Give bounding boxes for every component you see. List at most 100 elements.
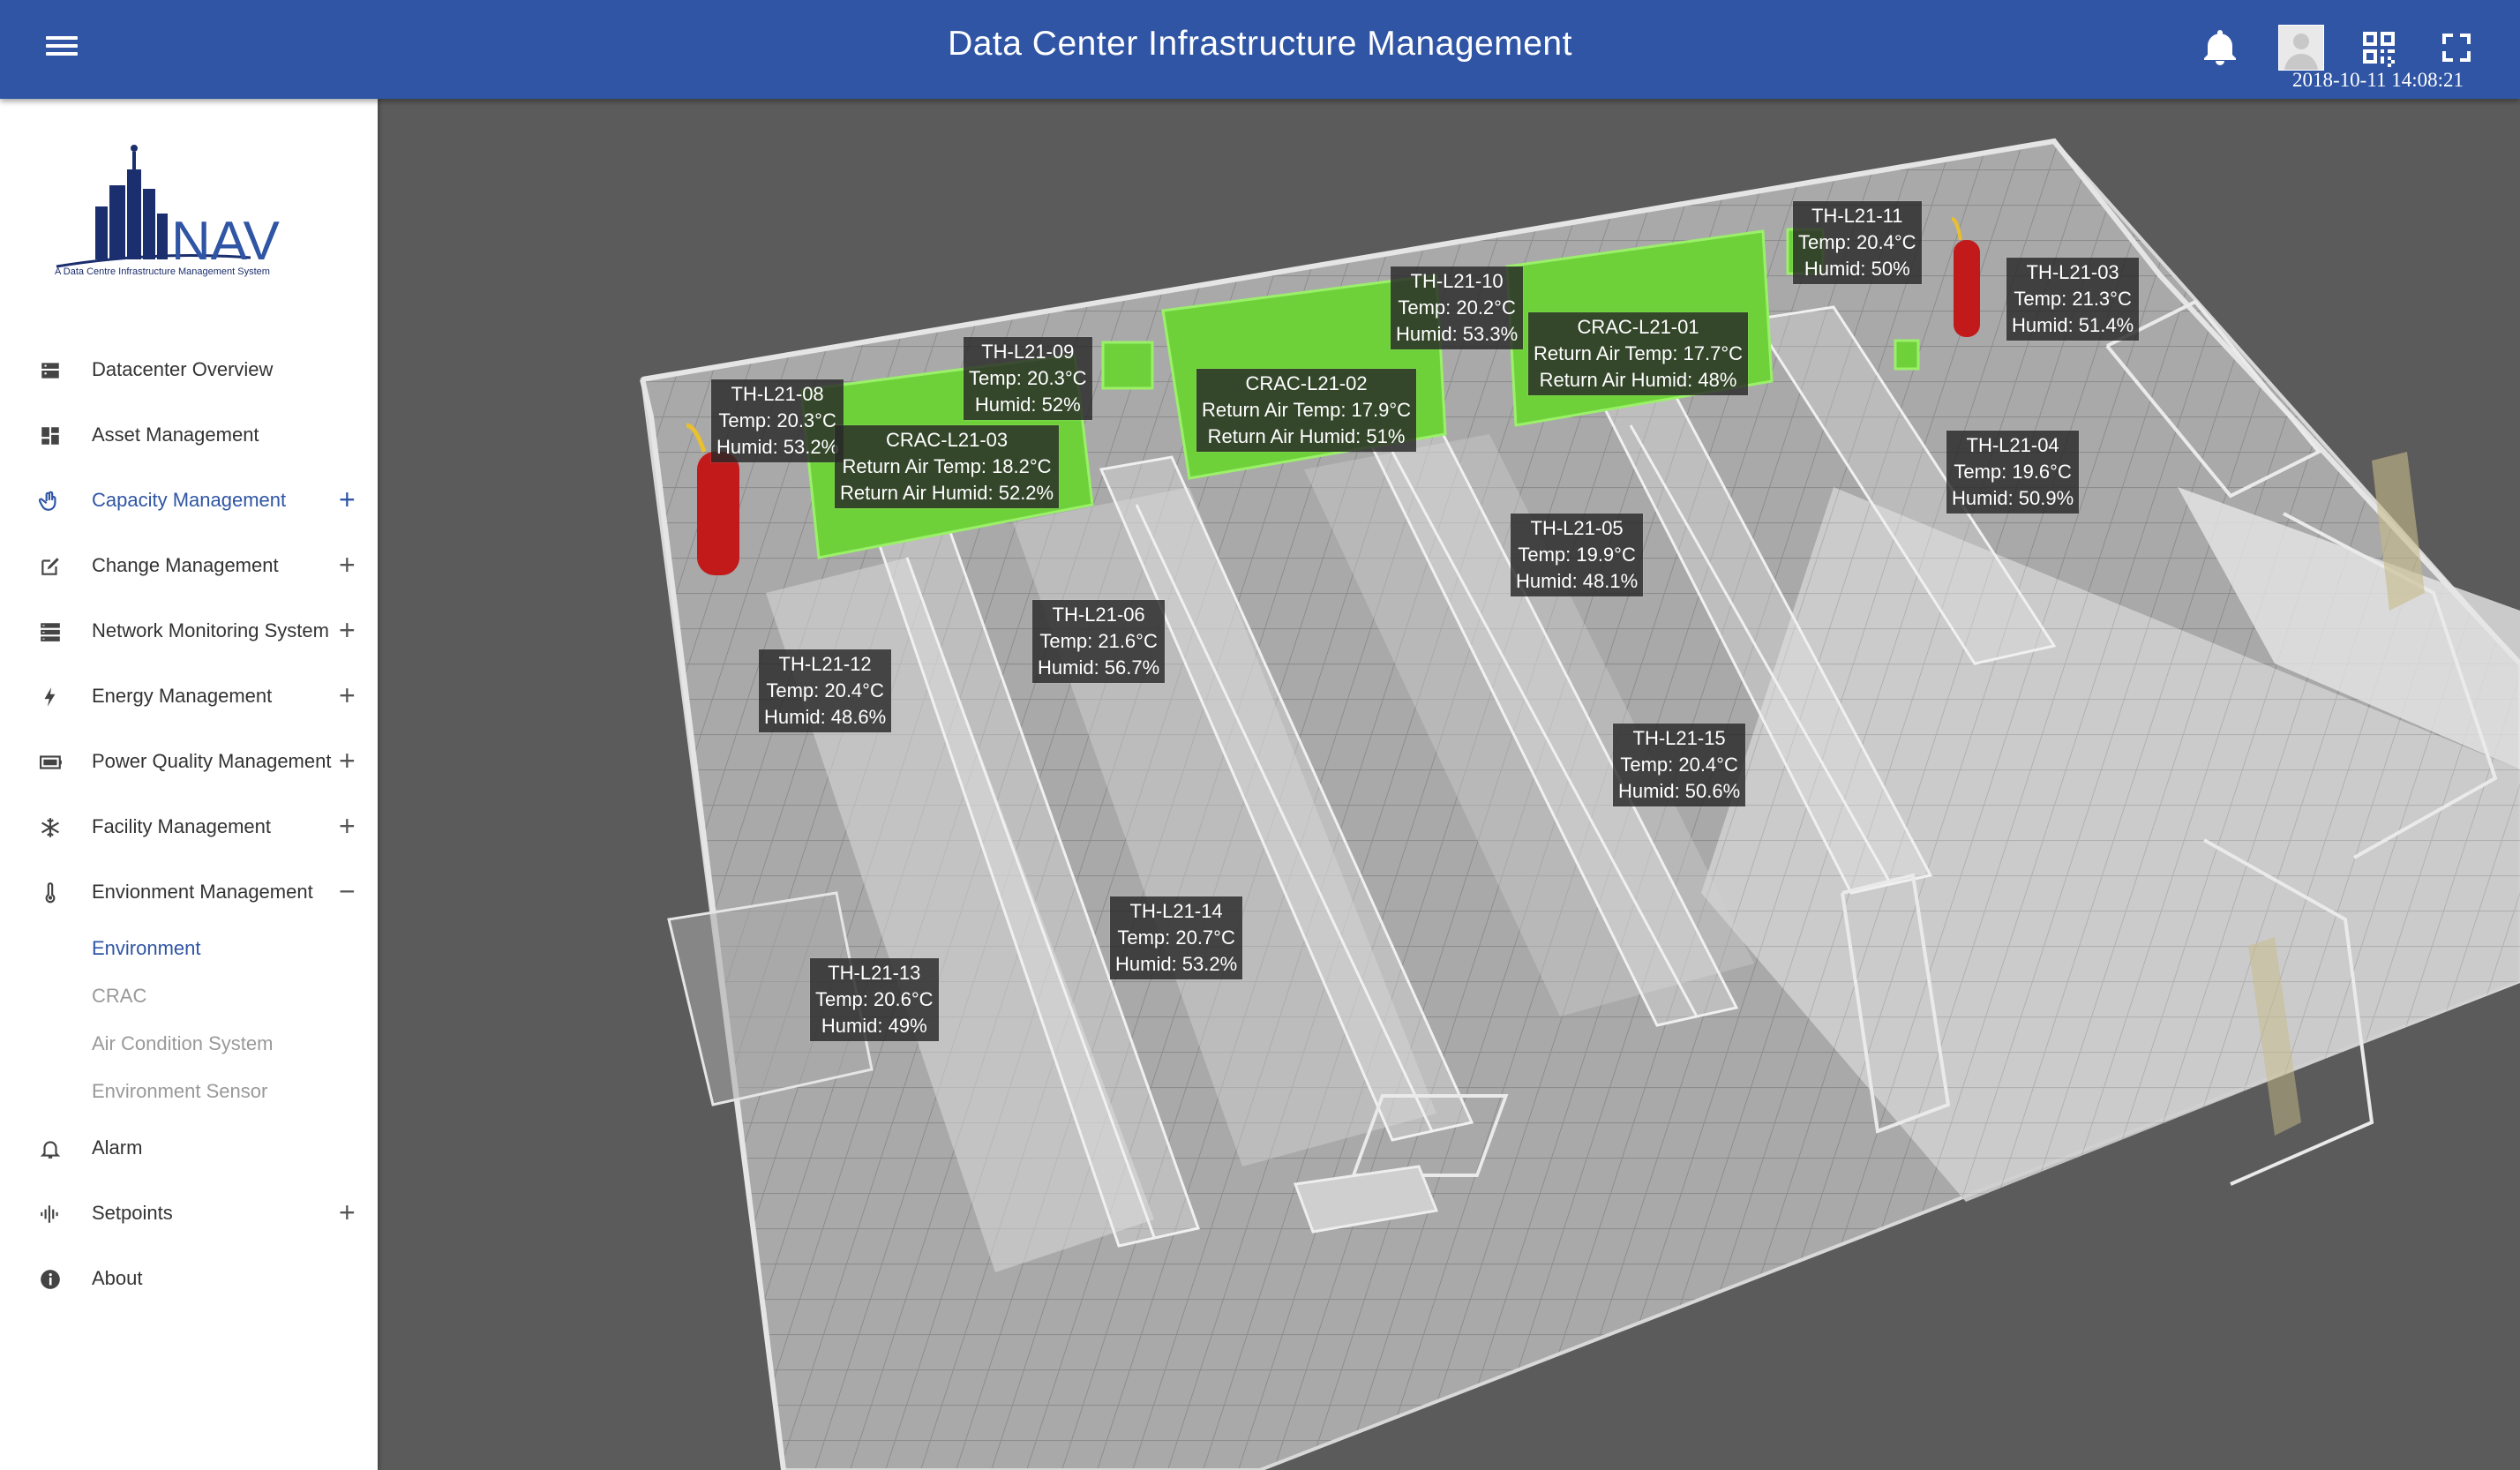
expand-icon: +: [339, 810, 356, 842]
logo-text: NAV: [171, 211, 281, 272]
sidebar-item-network-monitoring[interactable]: Network Monitoring System +: [0, 598, 378, 664]
sidebar-item-label: Network Monitoring System: [92, 619, 329, 641]
expand-icon: +: [339, 614, 356, 646]
sidebar-item-label: Capacity Management: [92, 489, 287, 511]
sensor-id: TH-L21-08: [731, 383, 824, 405]
sidebar-item-facility-management[interactable]: Facility Management +: [0, 794, 378, 859]
sensor-humid: Humid: 53.2%: [716, 436, 839, 458]
sidebar-item-environment-management[interactable]: Envionment Management −: [0, 859, 378, 925]
sensor-humid: Humid: 48.6%: [764, 706, 887, 728]
user-avatar[interactable]: [2278, 25, 2324, 71]
sidebar-item-change-management[interactable]: Change Management +: [0, 533, 378, 598]
sidebar-item-datacenter-overview[interactable]: Datacenter Overview: [0, 337, 378, 402]
qr-code-icon[interactable]: [2358, 26, 2400, 69]
sidebar-item-setpoints[interactable]: Setpoints +: [0, 1181, 378, 1246]
sidebar-subitem-crac[interactable]: CRAC: [0, 972, 378, 1020]
sensor-humid: Humid: 49%: [821, 1015, 927, 1037]
sidebar: NAV A Data Centre Infrastructure Managem…: [0, 99, 378, 1470]
battery-icon: [40, 755, 62, 769]
sidebar-item-energy-management[interactable]: Energy Management +: [0, 664, 378, 729]
sensor-id: TH-L21-05: [1530, 517, 1624, 539]
sidebar-subitem-environment-sensor[interactable]: Environment Sensor: [0, 1068, 378, 1115]
sidebar-item-about[interactable]: About: [0, 1246, 378, 1311]
sensor-temp: Temp: 20.2°C: [1398, 296, 1516, 319]
crac-return-humid: Return Air Humid: 51%: [1207, 425, 1406, 447]
crac-small: [1101, 341, 1154, 390]
sidebar-subitem-label: Air Condition System: [92, 1032, 274, 1054]
snowflake-icon: [41, 818, 59, 837]
crac-label-l21-03[interactable]: CRAC-L21-03 Return Air Temp: 18.2°C Retu…: [835, 425, 1060, 508]
sensor-temp: Temp: 20.4°C: [1798, 231, 1916, 253]
crac-return-temp: Return Air Temp: 17.9°C: [1202, 399, 1412, 421]
fullscreen-icon[interactable]: [2435, 26, 2478, 69]
sensor-temp: Temp: 20.4°C: [766, 679, 884, 701]
collapse-icon: −: [339, 875, 356, 907]
sensor-temp: Temp: 21.6°C: [1039, 630, 1158, 652]
expand-icon: +: [339, 745, 356, 776]
sensor-label-th-l21-09[interactable]: TH-L21-09 Temp: 20.3°C Humid: 52%: [964, 337, 1092, 420]
sensor-label-th-l21-08[interactable]: TH-L21-08 Temp: 20.3°C Humid: 53.2%: [711, 379, 844, 462]
sensor-label-th-l21-12[interactable]: TH-L21-12 Temp: 20.4°C Humid: 48.6%: [759, 649, 892, 732]
hand-icon: [39, 491, 56, 511]
sidebar-item-asset-management[interactable]: Asset Management: [0, 402, 378, 468]
bell-icon[interactable]: [2199, 26, 2241, 69]
sensor-humid: Humid: 50%: [1804, 258, 1910, 280]
sensor-id: TH-L21-10: [1410, 270, 1504, 292]
sensor-humid: Humid: 52%: [974, 394, 1081, 416]
sidebar-item-power-quality[interactable]: Power Quality Management +: [0, 729, 378, 794]
sensor-label-th-l21-15[interactable]: TH-L21-15 Temp: 20.4°C Humid: 50.6%: [1613, 724, 1746, 806]
sensor-label-th-l21-06[interactable]: TH-L21-06 Temp: 21.6°C Humid: 56.7%: [1032, 600, 1166, 683]
sensor-humid: Humid: 53.3%: [1396, 323, 1519, 345]
sidebar-subitem-air-condition-system[interactable]: Air Condition System: [0, 1020, 378, 1068]
sensor-id: TH-L21-12: [778, 653, 872, 675]
sensor-label-th-l21-04[interactable]: TH-L21-04 Temp: 19.6°C Humid: 50.9%: [1946, 431, 2080, 514]
sensor-temp: Temp: 21.3°C: [2014, 288, 2132, 310]
sidebar-item-label: Facility Management: [92, 815, 271, 837]
sensor-label-th-l21-13[interactable]: TH-L21-13 Temp: 20.6°C Humid: 49%: [810, 958, 939, 1041]
sensor-id: TH-L21-03: [2026, 261, 2119, 283]
sidebar-item-label: Power Quality Management: [92, 750, 332, 772]
sidebar-item-label: Energy Management: [92, 685, 273, 707]
waveform-icon: [41, 1205, 58, 1223]
sensor-temp: Temp: 19.9°C: [1518, 544, 1636, 566]
crac-label-l21-01[interactable]: CRAC-L21-01 Return Air Temp: 17.7°C Retu…: [1528, 312, 1749, 395]
grid-icon: [41, 427, 59, 445]
sensor-id: TH-L21-04: [1966, 434, 2059, 456]
sensor-label-th-l21-14[interactable]: TH-L21-14 Temp: 20.7°C Humid: 53.2%: [1110, 896, 1243, 979]
crac-return-humid: Return Air Humid: 48%: [1539, 369, 1737, 391]
expand-icon: +: [339, 1196, 356, 1228]
sensor-temp: Temp: 20.7°C: [1117, 926, 1235, 949]
bell-icon: [40, 1141, 61, 1159]
sidebar-item-label: Change Management: [92, 554, 279, 576]
sidebar-item-capacity-management[interactable]: Capacity Management +: [0, 468, 378, 533]
expand-icon: +: [339, 679, 356, 711]
page-title: Data Center Infrastructure Management: [948, 25, 1572, 63]
datacenter-3d-view[interactable]: TH-L21-08 Temp: 20.3°C Humid: 53.2% TH-L…: [378, 99, 2520, 1470]
sidebar-nav: Datacenter Overview Asset Management Cap…: [0, 337, 378, 1311]
menu-icon[interactable]: [46, 32, 78, 64]
sensor-label-th-l21-10[interactable]: TH-L21-10 Temp: 20.2°C Humid: 53.3%: [1391, 266, 1524, 349]
sensor-humid: Humid: 51.4%: [2012, 314, 2134, 336]
edit-icon: [41, 558, 59, 575]
sidebar-item-alarm[interactable]: Alarm: [0, 1115, 378, 1181]
sensor-temp: Temp: 20.3°C: [969, 367, 1087, 389]
sensor-id: TH-L21-13: [828, 962, 921, 984]
sensor-temp: Temp: 20.6°C: [815, 988, 934, 1010]
sidebar-subitem-label: CRAC: [92, 985, 147, 1007]
sensor-id: TH-L21-09: [981, 341, 1075, 363]
sidebar-item-label: About: [92, 1267, 143, 1289]
sensor-label-th-l21-11[interactable]: TH-L21-11 Temp: 20.4°C Humid: 50%: [1793, 201, 1922, 284]
sensor-id: TH-L21-15: [1632, 727, 1726, 749]
sensor-humid: Humid: 53.2%: [1115, 953, 1238, 975]
sensor-humid: Humid: 50.6%: [1618, 780, 1741, 802]
sensor-label-th-l21-03[interactable]: TH-L21-03 Temp: 21.3°C Humid: 51.4%: [2006, 258, 2140, 341]
sensor-label-th-l21-05[interactable]: TH-L21-05 Temp: 19.9°C Humid: 48.1%: [1511, 514, 1644, 596]
crac-id: CRAC-L21-03: [885, 429, 1009, 451]
crac-label-l21-02[interactable]: CRAC-L21-02 Return Air Temp: 17.9°C Retu…: [1196, 369, 1417, 452]
clock-datetime: 2018-10-11 14:08:21: [2292, 69, 2464, 91]
crac-return-temp: Return Air Temp: 18.2°C: [842, 455, 1052, 477]
sidebar-subitem-label: Environment: [92, 937, 201, 959]
sidebar-subitem-environment[interactable]: Environment: [0, 925, 378, 972]
sensor-temp: Temp: 19.6°C: [1954, 461, 2072, 483]
thermometer-icon: [45, 882, 56, 904]
